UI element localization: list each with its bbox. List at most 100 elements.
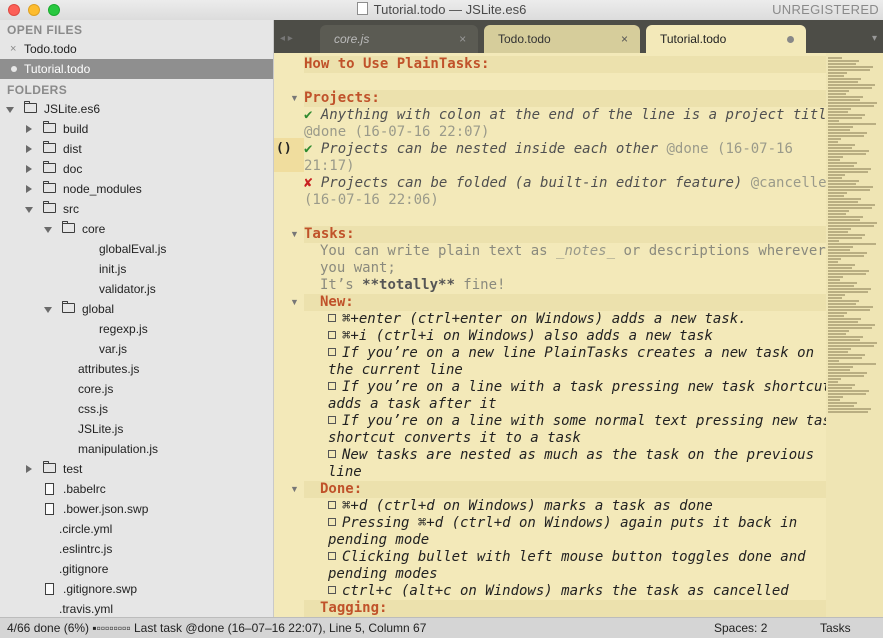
chevron-down-icon[interactable] <box>6 107 14 113</box>
code-line[interactable]: 21:17) <box>304 158 826 175</box>
tab-todo-todo[interactable]: Todo.todo × <box>484 25 640 53</box>
chevron-right-icon[interactable] <box>26 125 32 133</box>
code-line[interactable]: ⌘+d (ctrl+d on Windows) marks a task as … <box>304 498 826 515</box>
chevron-right-icon[interactable] <box>26 185 32 193</box>
indentation-setting[interactable]: Spaces: 2 <box>714 618 767 638</box>
tab-core-js[interactable]: core.js × <box>320 25 478 53</box>
close-icon[interactable]: × <box>10 39 16 59</box>
code-line[interactable]: Tagging: <box>304 600 826 617</box>
tree-file[interactable]: .bower.json.swp <box>0 499 273 519</box>
tree-file[interactable]: globalEval.js <box>0 239 273 259</box>
tab-close-icon[interactable]: × <box>459 25 466 53</box>
fold-arrow-icon[interactable]: ▼ <box>290 229 299 239</box>
tree-folder[interactable]: src <box>0 199 273 219</box>
code-line[interactable]: Pressing ⌘+d (ctrl+d on Windows) again p… <box>304 515 826 532</box>
tree-file[interactable]: validator.js <box>0 279 273 299</box>
task-checkbox-icon[interactable] <box>328 450 336 458</box>
cancelled-cross-icon[interactable]: ✘ <box>304 175 312 191</box>
task-checkbox-icon[interactable] <box>328 552 336 560</box>
task-checkbox-icon[interactable] <box>328 586 336 594</box>
code-line[interactable]: If you’re on a line with a task pressing… <box>304 379 826 396</box>
task-checkbox-icon[interactable] <box>328 416 336 424</box>
tree-file[interactable]: attributes.js <box>0 359 273 379</box>
chevron-down-icon[interactable] <box>44 227 52 233</box>
code-line[interactable]: adds a task after it <box>304 396 826 413</box>
open-file-tutorial[interactable]: Tutorial.todo <box>0 59 273 79</box>
note-text: fine! <box>454 277 506 293</box>
code-line[interactable]: Tasks: <box>304 226 826 243</box>
tree-file[interactable]: init.js <box>0 259 273 279</box>
code-line[interactable]: shortcut converts it to a task <box>304 430 826 447</box>
tree-folder[interactable]: core <box>0 219 273 239</box>
task-checkbox-icon[interactable] <box>328 518 336 526</box>
code-line[interactable]: ✘ Projects can be folded (a built-in edi… <box>304 175 826 192</box>
task-text: ⌘+enter (ctrl+enter on Windows) adds a n… <box>342 311 747 327</box>
chevron-right-icon[interactable] <box>26 145 32 153</box>
task-checkbox-icon[interactable] <box>328 382 336 390</box>
done-check-icon[interactable]: ✔ <box>304 107 312 123</box>
task-checkbox-icon[interactable] <box>328 501 336 509</box>
minimap[interactable] <box>826 53 883 617</box>
tree-folder[interactable]: build <box>0 119 273 139</box>
tree-file[interactable]: regexp.js <box>0 319 273 339</box>
tab-list-icon[interactable]: ▾ <box>872 33 877 44</box>
tree-file[interactable]: .gitignore.swp <box>0 579 273 599</box>
code-line[interactable]: line <box>304 464 826 481</box>
code-line[interactable]: Projects: <box>304 90 826 107</box>
syntax-selector[interactable]: Tasks <box>820 618 851 638</box>
code-line[interactable]: pending mode <box>304 532 826 549</box>
code-line[interactable]: You can write plain text as _notes_ or d… <box>304 243 826 260</box>
code-line[interactable]: New: <box>304 294 826 311</box>
fold-arrow-icon[interactable]: ▼ <box>290 297 299 307</box>
tree-file[interactable]: manipulation.js <box>0 439 273 459</box>
code-line[interactable]: How to Use PlainTasks: <box>304 56 826 73</box>
task-checkbox-icon[interactable] <box>328 348 336 356</box>
tree-file[interactable]: .eslintrc.js <box>0 539 273 559</box>
chevron-down-icon[interactable] <box>25 207 33 213</box>
tab-close-icon[interactable]: × <box>621 25 628 53</box>
fold-arrow-icon[interactable]: ▼ <box>290 93 299 103</box>
code-line[interactable]: you want; <box>304 260 826 277</box>
task-checkbox-icon[interactable] <box>328 331 336 339</box>
tree-file[interactable]: JSLite.js <box>0 419 273 439</box>
code-line[interactable]: New tasks are nested as much as the task… <box>304 447 826 464</box>
code-line[interactable]: ⌘+enter (ctrl+enter on Windows) adds a n… <box>304 311 826 328</box>
tree-file[interactable]: .travis.yml <box>0 599 273 617</box>
tree-folder[interactable]: global <box>0 299 273 319</box>
open-file-todo[interactable]: × Todo.todo <box>0 39 273 59</box>
tree-folder[interactable]: dist <box>0 139 273 159</box>
code-line[interactable]: @done (16-07-16 22:07) <box>304 124 826 141</box>
code-line[interactable]: ✔ Anything with colon at the end of the … <box>304 107 826 124</box>
tab-nav-arrows-icon[interactable]: ◂ ▸ <box>280 33 293 44</box>
done-check-icon[interactable]: ✔ <box>304 141 312 157</box>
tree-folder[interactable]: JSLite.es6 <box>0 99 273 119</box>
tree-folder[interactable]: node_modules <box>0 179 273 199</box>
tab-tutorial-todo[interactable]: Tutorial.todo <box>646 25 806 53</box>
tree-folder[interactable]: test <box>0 459 273 479</box>
tree-file[interactable]: .gitignore <box>0 559 273 579</box>
tree-file[interactable]: .circle.yml <box>0 519 273 539</box>
code-line[interactable]: It’s **totally** fine! <box>304 277 826 294</box>
editor[interactable]: () ▼ ▼ ▼ ▼ How to Use PlainTasks: Projec… <box>274 53 826 617</box>
code-line[interactable]: If you’re on a new line PlainTasks creat… <box>304 345 826 362</box>
tree-file[interactable]: core.js <box>0 379 273 399</box>
code-line[interactable]: Done: <box>304 481 826 498</box>
tree-file[interactable]: var.js <box>0 339 273 359</box>
chevron-right-icon[interactable] <box>26 165 32 173</box>
modified-dot-icon[interactable] <box>787 36 794 43</box>
code-line[interactable]: ⌘+i (ctrl+i on Windows) also adds a new … <box>304 328 826 345</box>
tree-file[interactable]: css.js <box>0 399 273 419</box>
tree-folder[interactable]: doc <box>0 159 273 179</box>
tree-file[interactable]: .babelrc <box>0 479 273 499</box>
code-line[interactable]: If you’re on a line with some normal tex… <box>304 413 826 430</box>
fold-arrow-icon[interactable]: ▼ <box>290 484 299 494</box>
code-line[interactable]: the current line <box>304 362 826 379</box>
task-checkbox-icon[interactable] <box>328 314 336 322</box>
code-line[interactable]: ✔ Projects can be nested inside each oth… <box>304 141 826 158</box>
code-line[interactable]: (16-07-16 22:06) <box>304 192 826 209</box>
code-line[interactable]: ctrl+c (alt+c on Windows) marks the task… <box>304 583 826 600</box>
chevron-right-icon[interactable] <box>26 465 32 473</box>
chevron-down-icon[interactable] <box>44 307 52 313</box>
code-line[interactable]: pending modes <box>304 566 826 583</box>
code-line[interactable]: Clicking bullet with left mouse button t… <box>304 549 826 566</box>
